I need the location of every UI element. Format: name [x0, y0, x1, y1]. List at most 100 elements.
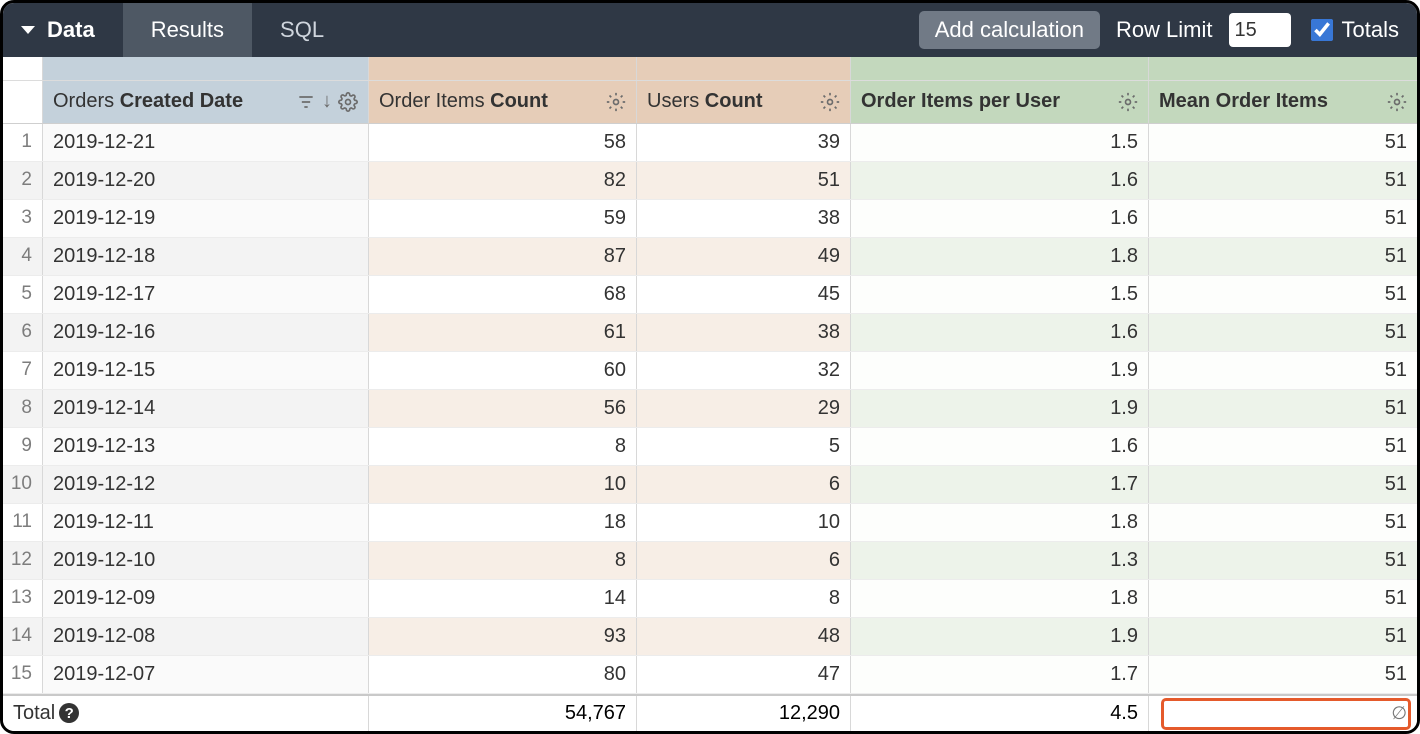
cell-peruser[interactable]: 1.6 [851, 314, 1149, 351]
filter-icon[interactable] [296, 92, 316, 112]
totals-checkbox[interactable] [1311, 19, 1333, 41]
sort-desc-icon[interactable]: ↓ [322, 90, 332, 113]
add-calculation-button[interactable]: Add calculation [919, 11, 1100, 49]
cell-peruser[interactable]: 1.6 [851, 200, 1149, 237]
cell-peruser[interactable]: 1.8 [851, 238, 1149, 275]
totals-users: 12,290 [637, 696, 851, 731]
cell-mean[interactable]: 51 [1149, 352, 1417, 389]
cell-count[interactable]: 10 [369, 466, 637, 503]
cell-peruser[interactable]: 1.6 [851, 162, 1149, 199]
cell-count[interactable]: 14 [369, 580, 637, 617]
header-users-count[interactable]: Users Count [637, 81, 851, 123]
cell-peruser[interactable]: 1.9 [851, 352, 1149, 389]
cell-peruser[interactable]: 1.9 [851, 618, 1149, 655]
cell-date[interactable]: 2019-12-21 [43, 124, 369, 161]
cell-peruser[interactable]: 1.5 [851, 276, 1149, 313]
cell-mean[interactable]: 51 [1149, 162, 1417, 199]
cell-date[interactable]: 2019-12-12 [43, 466, 369, 503]
cell-mean[interactable]: 51 [1149, 580, 1417, 617]
cell-date[interactable]: 2019-12-20 [43, 162, 369, 199]
tab-data[interactable]: Data [3, 3, 123, 57]
cell-count[interactable]: 58 [369, 124, 637, 161]
cell-users[interactable]: 29 [637, 390, 851, 427]
gear-icon[interactable] [1387, 92, 1407, 112]
cell-users[interactable]: 51 [637, 162, 851, 199]
header-created-date[interactable]: Orders Created Date ↓ [43, 81, 369, 123]
cell-count[interactable]: 87 [369, 238, 637, 275]
cell-users[interactable]: 32 [637, 352, 851, 389]
gear-icon[interactable] [1118, 92, 1138, 112]
cell-peruser[interactable]: 1.3 [851, 542, 1149, 579]
table-row: 72019-12-1560321.951 [3, 352, 1417, 390]
cell-count[interactable]: 68 [369, 276, 637, 313]
cell-mean[interactable]: 51 [1149, 390, 1417, 427]
cell-date[interactable]: 2019-12-17 [43, 276, 369, 313]
cell-mean[interactable]: 51 [1149, 276, 1417, 313]
row-number: 4 [3, 238, 43, 275]
gear-icon[interactable] [338, 92, 358, 112]
cell-users[interactable]: 10 [637, 504, 851, 541]
cell-date[interactable]: 2019-12-16 [43, 314, 369, 351]
cell-users[interactable]: 45 [637, 276, 851, 313]
cell-count[interactable]: 8 [369, 542, 637, 579]
cell-users[interactable]: 38 [637, 200, 851, 237]
tab-sql[interactable]: SQL [252, 3, 352, 57]
header-mean-order-items[interactable]: Mean Order Items [1149, 81, 1417, 123]
cell-count[interactable]: 56 [369, 390, 637, 427]
cell-date[interactable]: 2019-12-13 [43, 428, 369, 465]
cell-date[interactable]: 2019-12-14 [43, 390, 369, 427]
cell-mean[interactable]: 51 [1149, 504, 1417, 541]
cell-count[interactable]: 18 [369, 504, 637, 541]
cell-count[interactable]: 93 [369, 618, 637, 655]
totals-toggle[interactable]: Totals [1307, 16, 1399, 44]
cell-date[interactable]: 2019-12-10 [43, 542, 369, 579]
header-order-items-per-user[interactable]: Order Items per User [851, 81, 1149, 123]
cell-peruser[interactable]: 1.8 [851, 504, 1149, 541]
cell-date[interactable]: 2019-12-09 [43, 580, 369, 617]
cell-date[interactable]: 2019-12-08 [43, 618, 369, 655]
cell-mean[interactable]: 51 [1149, 428, 1417, 465]
cell-peruser[interactable]: 1.6 [851, 428, 1149, 465]
cell-peruser[interactable]: 1.8 [851, 580, 1149, 617]
cell-users[interactable]: 6 [637, 542, 851, 579]
cell-mean[interactable]: 51 [1149, 124, 1417, 161]
gear-icon[interactable] [606, 92, 626, 112]
cell-count[interactable]: 82 [369, 162, 637, 199]
help-icon[interactable]: ? [59, 703, 79, 723]
cell-date[interactable]: 2019-12-11 [43, 504, 369, 541]
cell-users[interactable]: 6 [637, 466, 851, 503]
cell-peruser[interactable]: 1.5 [851, 124, 1149, 161]
cell-users[interactable]: 39 [637, 124, 851, 161]
cell-count[interactable]: 80 [369, 656, 637, 693]
cell-peruser[interactable]: 1.7 [851, 656, 1149, 693]
table-row: 62019-12-1661381.651 [3, 314, 1417, 352]
gear-icon[interactable] [820, 92, 840, 112]
cell-users[interactable]: 49 [637, 238, 851, 275]
cell-users[interactable]: 8 [637, 580, 851, 617]
cell-count[interactable]: 60 [369, 352, 637, 389]
cell-mean[interactable]: 51 [1149, 466, 1417, 503]
header-order-items-count[interactable]: Order Items Count [369, 81, 637, 123]
cell-peruser[interactable]: 1.7 [851, 466, 1149, 503]
row-limit-input[interactable] [1229, 13, 1291, 47]
cell-count[interactable]: 61 [369, 314, 637, 351]
table-row: 12019-12-2158391.551 [3, 124, 1417, 162]
cell-mean[interactable]: 51 [1149, 238, 1417, 275]
cell-mean[interactable]: 51 [1149, 200, 1417, 237]
cell-users[interactable]: 38 [637, 314, 851, 351]
cell-users[interactable]: 5 [637, 428, 851, 465]
cell-date[interactable]: 2019-12-19 [43, 200, 369, 237]
cell-count[interactable]: 59 [369, 200, 637, 237]
cell-count[interactable]: 8 [369, 428, 637, 465]
cell-mean[interactable]: 51 [1149, 618, 1417, 655]
cell-peruser[interactable]: 1.9 [851, 390, 1149, 427]
cell-mean[interactable]: 51 [1149, 656, 1417, 693]
cell-mean[interactable]: 51 [1149, 314, 1417, 351]
cell-date[interactable]: 2019-12-15 [43, 352, 369, 389]
tab-results[interactable]: Results [123, 3, 252, 57]
cell-date[interactable]: 2019-12-18 [43, 238, 369, 275]
cell-users[interactable]: 48 [637, 618, 851, 655]
cell-date[interactable]: 2019-12-07 [43, 656, 369, 693]
cell-users[interactable]: 47 [637, 656, 851, 693]
cell-mean[interactable]: 51 [1149, 542, 1417, 579]
